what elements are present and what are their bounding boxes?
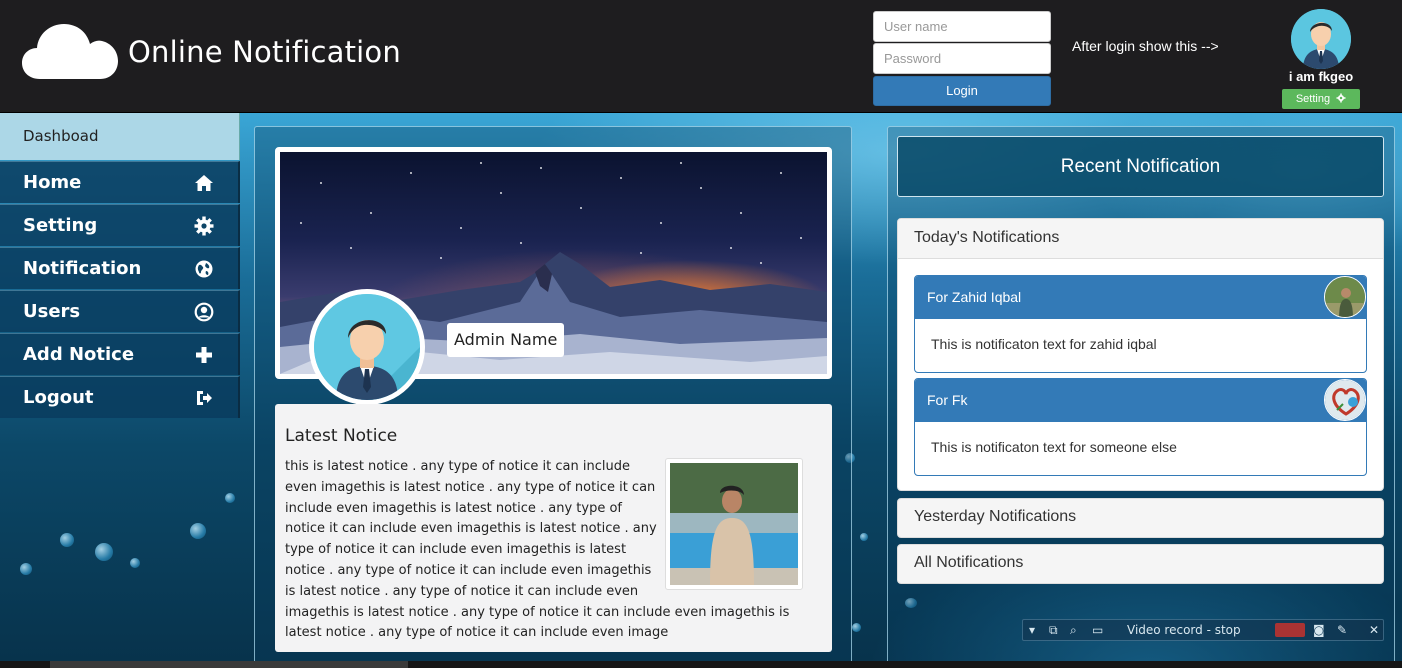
screen-icon[interactable]: ▭ xyxy=(1092,623,1103,637)
sidebar-item-add-notice[interactable]: Add Notice xyxy=(0,333,240,375)
pen-icon[interactable]: ✎ xyxy=(1337,623,1347,637)
after-login-note: After login show this --> xyxy=(1072,38,1219,54)
todays-notifications-heading[interactable]: Today's Notifications xyxy=(898,219,1383,259)
sidebar-item-home[interactable]: Home xyxy=(0,161,240,203)
notification-item[interactable]: For Zahid Iqbal This is notificaton text… xyxy=(914,275,1367,373)
notification-item[interactable]: For Fk This is notificaton text for some… xyxy=(914,378,1367,476)
setting-label: Setting xyxy=(1295,93,1331,105)
latest-notice-title: Latest Notice xyxy=(285,426,398,446)
notification-body: This is notificaton text for someone els… xyxy=(931,439,1177,455)
user-avatar-icon xyxy=(1291,9,1351,69)
avatar xyxy=(1324,276,1366,318)
login-button[interactable]: Login xyxy=(873,76,1051,106)
notification-heading-text: For Zahid Iqbal xyxy=(927,289,1022,305)
bottom-bar xyxy=(0,661,1402,668)
sidebar-item-users[interactable]: Users xyxy=(0,290,240,332)
latest-notice-card: Latest Notice this is latest notice . an… xyxy=(275,404,832,652)
todays-notifications-panel: Today's Notifications For Zahid Iqbal Th… xyxy=(897,218,1384,491)
bottom-bar-segment xyxy=(50,661,408,668)
yesterday-notifications-heading[interactable]: Yesterday Notifications xyxy=(897,498,1384,538)
sidebar-item-label: Notification xyxy=(23,258,142,279)
globe-icon xyxy=(195,260,213,278)
password-input[interactable] xyxy=(873,43,1051,74)
notification-heading-text: For Fk xyxy=(927,392,968,408)
sidebar-item-label: Setting xyxy=(23,215,98,236)
user-circle-icon xyxy=(194,302,214,322)
notice-photo xyxy=(670,463,798,585)
admin-avatar xyxy=(309,289,425,405)
stop-button[interactable] xyxy=(1275,623,1305,637)
sidebar: Dashboad Home Setting Notification Users xyxy=(0,113,240,418)
sidebar-item-label: Add Notice xyxy=(23,344,135,365)
sidebar-item-setting[interactable]: Setting xyxy=(0,204,240,246)
sidebar-item-logout[interactable]: Logout xyxy=(0,376,240,418)
sidebar-item-label: Users xyxy=(23,301,81,322)
gear-icon xyxy=(194,216,214,236)
notification-heading: For Fk xyxy=(915,379,1366,422)
top-header: Online Notification Login After login sh… xyxy=(0,0,1402,113)
avatar xyxy=(1324,379,1366,421)
gear-icon xyxy=(1336,93,1346,103)
notification-body: This is notificaton text for zahid iqbal xyxy=(931,336,1157,352)
sidebar-item-label: Logout xyxy=(23,387,94,408)
admin-avatar-icon xyxy=(314,294,420,400)
sidebar-dashboard-header[interactable]: Dashboad xyxy=(0,113,240,160)
cloud-logo-icon xyxy=(22,24,118,79)
zoom-icon[interactable]: ⌕ xyxy=(1070,623,1077,638)
avatar[interactable] xyxy=(1291,9,1351,69)
close-icon[interactable]: ✕ xyxy=(1369,623,1379,637)
video-recorder-toolbar: ▾ ⧉ ⌕ ▭ Video record - stop ◙ ✎ ✕ xyxy=(1022,619,1384,641)
window-icon[interactable]: ⧉ xyxy=(1049,623,1058,638)
site-title: Online Notification xyxy=(128,35,401,69)
sidebar-item-notification[interactable]: Notification xyxy=(0,247,240,289)
notification-heading: For Zahid Iqbal xyxy=(915,276,1366,319)
setting-button[interactable]: Setting xyxy=(1282,89,1360,109)
user-name: i am fkgeo xyxy=(1288,69,1354,84)
notice-image xyxy=(665,458,803,590)
recorder-label: Video record - stop xyxy=(1127,623,1241,637)
recent-notification-title: Recent Notification xyxy=(897,136,1384,197)
camera-icon[interactable]: ◙ xyxy=(1313,623,1325,637)
dropdown-icon[interactable]: ▾ xyxy=(1029,623,1035,637)
sidebar-item-label: Home xyxy=(23,172,82,193)
plus-icon xyxy=(196,347,212,363)
latest-notice-body: this is latest notice . any type of noti… xyxy=(285,457,815,644)
home-icon xyxy=(195,175,213,191)
all-notifications-heading[interactable]: All Notifications xyxy=(897,544,1384,584)
username-input[interactable] xyxy=(873,11,1051,42)
logout-icon xyxy=(197,391,212,405)
admin-name-label: Admin Name xyxy=(447,323,565,357)
